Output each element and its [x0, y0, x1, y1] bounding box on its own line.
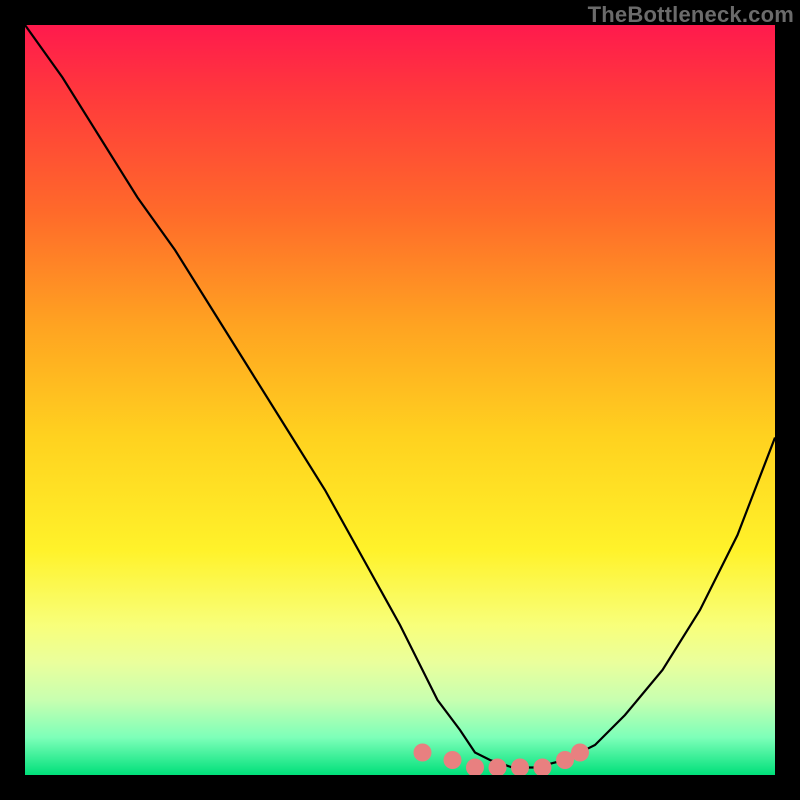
- highlight-dot: [534, 759, 552, 776]
- watermark-text: TheBottleneck.com: [588, 2, 794, 28]
- curve-layer: [25, 25, 775, 775]
- highlight-dot: [511, 759, 529, 776]
- highlight-dot: [444, 751, 462, 769]
- bottleneck-curve: [25, 25, 775, 768]
- plot-area: [25, 25, 775, 775]
- highlight-dot: [571, 744, 589, 762]
- chart-frame: TheBottleneck.com: [0, 0, 800, 800]
- curve-path: [25, 25, 775, 768]
- highlight-dot: [466, 759, 484, 776]
- highlight-dot: [414, 744, 432, 762]
- highlight-dots: [414, 744, 590, 776]
